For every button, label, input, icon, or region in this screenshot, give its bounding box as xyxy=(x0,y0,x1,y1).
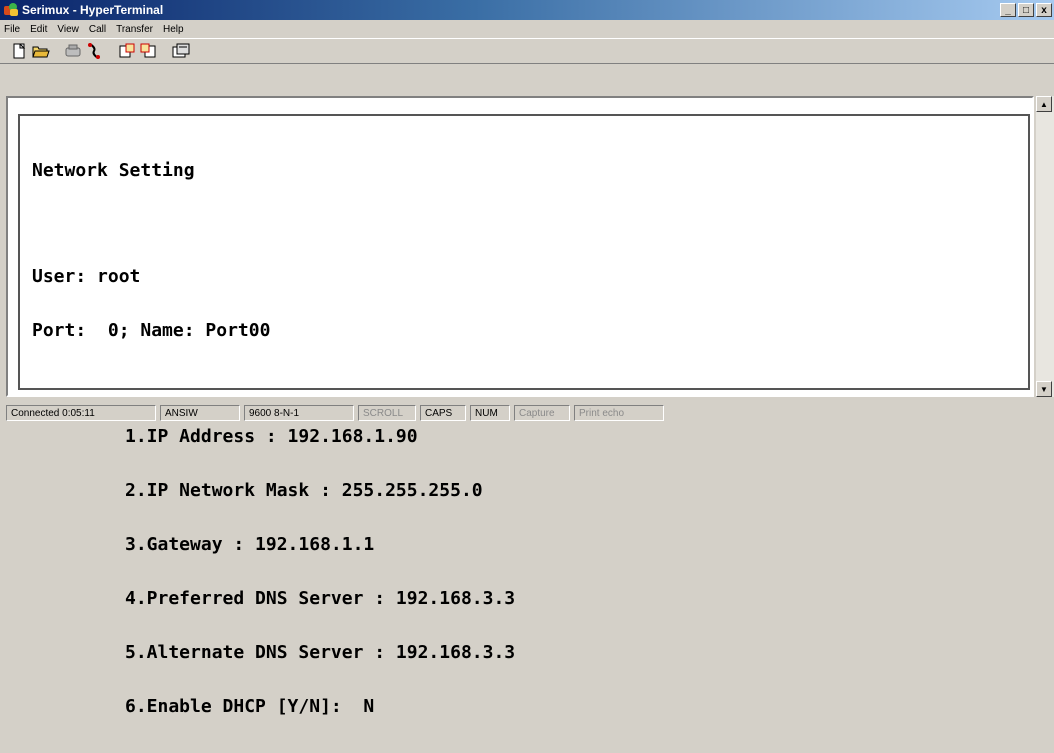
hyperterminal-app-icon xyxy=(4,3,18,17)
status-scroll: SCROLL xyxy=(358,404,416,421)
call-icon xyxy=(65,44,81,57)
status-emulation: ANSIW xyxy=(160,404,240,421)
open-button[interactable] xyxy=(30,41,52,61)
properties-button[interactable] xyxy=(170,41,192,61)
option-network-mask: 2.IP Network Mask : 255.255.255.0 xyxy=(125,480,483,501)
status-port-settings: 9600 8-N-1 xyxy=(244,404,354,421)
status-num: NUM xyxy=(470,404,510,421)
open-icon xyxy=(32,46,50,58)
menu-help[interactable]: Help xyxy=(163,24,184,35)
option-enable-dhcp: 6.Enable DHCP [Y/N]: N xyxy=(125,696,375,717)
vertical-scrollbar[interactable]: ▲ ▼ xyxy=(1036,96,1054,397)
window-title: Serimux - HyperTerminal xyxy=(22,3,164,17)
scroll-up-button[interactable]: ▲ xyxy=(1036,96,1052,112)
terminal-heading: Network Setting xyxy=(32,160,195,181)
option-ip-address: 1.IP Address : 192.168.1.90 xyxy=(125,426,418,447)
arrow-down-icon: ▼ xyxy=(1040,384,1048,394)
disconnect-button[interactable] xyxy=(84,41,106,61)
send-icon xyxy=(119,43,135,58)
menu-bar: File Edit View Call Transfer Help xyxy=(0,20,1054,38)
close-button[interactable]: x xyxy=(1036,3,1052,17)
new-icon xyxy=(13,43,26,59)
scroll-down-button[interactable]: ▼ xyxy=(1036,381,1052,397)
properties-icon xyxy=(172,43,190,58)
menu-transfer[interactable]: Transfer xyxy=(116,24,153,35)
terminal-port-line: Port: 0; Name: Port00 xyxy=(32,320,271,341)
arrow-up-icon: ▲ xyxy=(1040,99,1048,109)
new-connection-button[interactable] xyxy=(8,41,30,61)
send-button[interactable] xyxy=(116,41,138,61)
menu-call[interactable]: Call xyxy=(89,24,106,35)
terminal-output: Network Setting User: root Port: 0; Name… xyxy=(32,126,515,752)
window-controls: _ □ x xyxy=(1000,3,1052,17)
option-gateway: 3.Gateway : 192.168.1.1 xyxy=(125,534,375,555)
status-print-echo: Print echo xyxy=(574,404,664,421)
menu-edit[interactable]: Edit xyxy=(30,24,47,35)
option-preferred-dns: 4.Preferred DNS Server : 192.168.3.3 xyxy=(125,588,516,609)
receive-icon xyxy=(140,43,156,58)
option-alternate-dns: 5.Alternate DNS Server : 192.168.3.3 xyxy=(125,642,516,663)
terminal-screen[interactable]: Network Setting User: root Port: 0; Name… xyxy=(18,114,1030,716)
disconnect-icon xyxy=(88,43,100,59)
title-bar[interactable]: Serimux - HyperTerminal _ □ x xyxy=(0,0,1054,20)
status-bar: Connected 0:05:11 ANSIW 9600 8-N-1 SCROL… xyxy=(0,400,1054,425)
menu-file[interactable]: File xyxy=(4,24,20,35)
toolbar xyxy=(0,38,1054,64)
status-caps: CAPS xyxy=(420,404,466,421)
receive-button[interactable] xyxy=(138,41,160,61)
maximize-button[interactable]: □ xyxy=(1018,3,1034,17)
minimize-button[interactable]: _ xyxy=(1000,3,1016,17)
menu-view[interactable]: View xyxy=(57,24,79,35)
status-capture: Capture xyxy=(514,404,570,421)
call-button[interactable] xyxy=(62,41,84,61)
status-connected-time: Connected 0:05:11 xyxy=(6,404,156,421)
terminal-user-line: User: root xyxy=(32,266,141,287)
